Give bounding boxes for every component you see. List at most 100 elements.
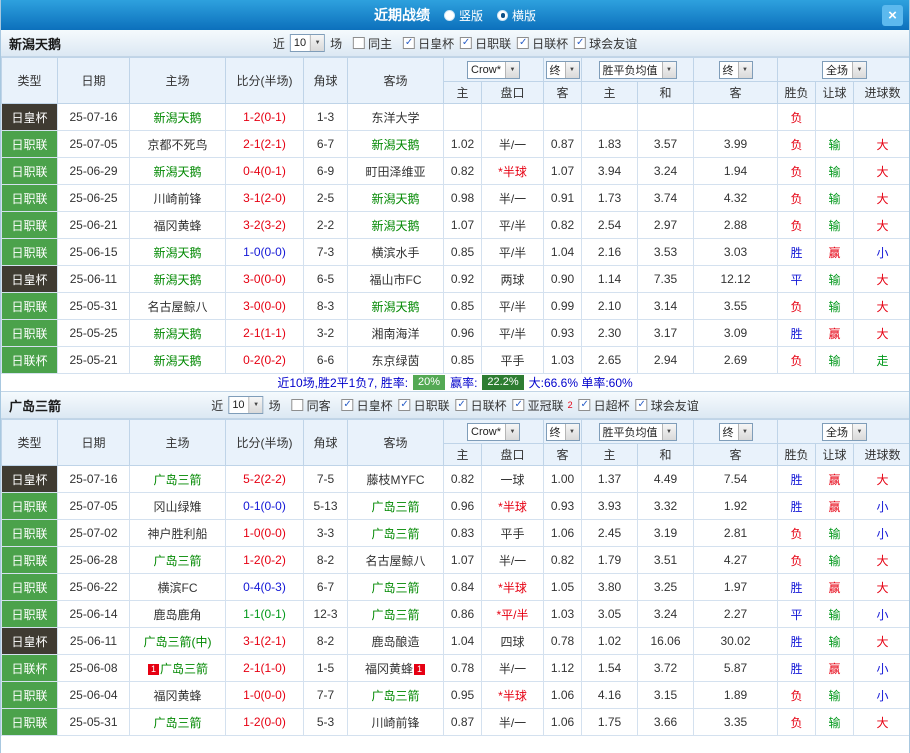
checkbox-icon[interactable]: ✓ <box>460 37 473 50</box>
away-team-name[interactable]: 新潟天鹅 <box>371 192 419 206</box>
final-odds-select-2[interactable]: 终 ▼ <box>718 422 753 441</box>
away-team-name[interactable]: 广岛三箭 <box>371 500 419 514</box>
result-cell: 负 <box>777 708 817 736</box>
scope-select[interactable]: 全场 ▼ <box>822 422 868 441</box>
home-team-name[interactable]: 广岛三箭 <box>153 554 201 568</box>
away-team-name[interactable]: 广岛三箭 <box>371 581 419 595</box>
home-team-name[interactable]: 广岛三箭 <box>160 662 208 676</box>
avg-odds-select[interactable]: 胜平负均值 ▼ <box>598 422 677 441</box>
away-team-name[interactable]: 湘南海洋 <box>371 327 419 341</box>
league-filter[interactable]: ✓ 日职联 <box>460 35 511 52</box>
home-team-name[interactable]: 名古屋鲸八 <box>147 300 207 314</box>
final-odds-select-1[interactable]: 终 ▼ <box>545 422 580 441</box>
away-team-name[interactable]: 广岛三箭 <box>371 527 419 541</box>
avg-odds-header: 胜平负均值 ▼ <box>581 419 695 444</box>
league-filter[interactable]: ✓ 日联杯 <box>455 397 507 414</box>
home-team-name[interactable]: 广岛三箭 <box>153 716 201 730</box>
avg-draw-cell: 3.25 <box>637 573 695 601</box>
away-team-name[interactable]: 广岛三箭 <box>371 689 419 703</box>
home-team-name[interactable]: 新潟天鹅 <box>153 246 201 260</box>
home-team-name[interactable]: 广岛三箭 <box>153 473 201 487</box>
away-team-name[interactable]: 横滨水手 <box>371 246 419 260</box>
away-team-name[interactable]: 福冈黄蜂 <box>365 662 413 676</box>
final-odds-select-1[interactable]: 终 ▼ <box>545 60 580 79</box>
home-team-name[interactable]: 新潟天鹅 <box>153 273 201 287</box>
match-date-cell: 25-06-29 <box>57 157 130 185</box>
recent-count-select[interactable]: 10 ▼ <box>289 34 326 52</box>
goals-result-cell: 大 <box>853 157 909 185</box>
away-team-name[interactable]: 新潟天鹅 <box>371 300 419 314</box>
home-team-name[interactable]: 福冈黄蜂 <box>153 219 201 233</box>
odds-handicap-cell: 半/一 <box>480 130 545 158</box>
away-team-name[interactable]: 名古屋鲸八 <box>365 554 425 568</box>
odds-away-cell: 1.03 <box>543 600 583 628</box>
col-handicap: 盘口 <box>480 81 545 104</box>
checkbox-icon[interactable]: ✓ <box>517 37 530 50</box>
checkbox-icon[interactable] <box>353 37 366 49</box>
match-date-cell: 25-06-11 <box>57 265 130 293</box>
home-team-name[interactable]: 冈山绿雉 <box>153 500 201 514</box>
radio-selected-icon[interactable] <box>497 9 508 21</box>
away-team-name[interactable]: 藤枝MYFC <box>367 473 425 487</box>
home-team-name[interactable]: 新潟天鹅 <box>153 327 201 341</box>
checkbox-icon[interactable]: ✓ <box>578 399 591 412</box>
recent-count-select[interactable]: 10 ▼ <box>228 396 264 414</box>
checkbox-icon[interactable] <box>291 399 304 411</box>
summary-bar: 近10场,胜2平1负7, 胜率: 20% 赢率: 22.2% 大:66.6% 单… <box>1 374 909 392</box>
checkbox-icon[interactable]: ✓ <box>341 399 354 412</box>
score-cell: 1-0(0-0) <box>225 519 304 547</box>
league-filter[interactable]: ✓ 日皇杯 <box>341 397 393 414</box>
odds-handicap-cell: *半球 <box>480 492 545 520</box>
league-filter[interactable]: ✓ 球会友谊 <box>635 397 699 414</box>
home-team-name[interactable]: 福冈黄蜂 <box>153 689 201 703</box>
league-filter[interactable]: ✓ 亚冠联 2 <box>512 397 573 414</box>
home-team-name[interactable]: 京都不死鸟 <box>147 138 207 152</box>
checkbox-icon[interactable]: ✓ <box>635 399 648 412</box>
home-team-name[interactable]: 广岛三箭(中) <box>144 635 212 649</box>
corners-cell: 7-3 <box>303 238 348 266</box>
close-button[interactable]: × <box>882 5 903 26</box>
odds-home-cell: 0.85 <box>443 292 482 320</box>
home-team-name[interactable]: 新潟天鹅 <box>153 111 201 125</box>
checkbox-icon[interactable]: ✓ <box>455 399 468 412</box>
away-team-name[interactable]: 町田泽维亚 <box>365 165 425 179</box>
away-team-name[interactable]: 鹿岛酿造 <box>371 635 419 649</box>
handicap-result-cell: 赢 <box>815 465 855 493</box>
window-title: 近期战绩 <box>373 7 430 23</box>
league-filter[interactable]: ✓ 日皇杯 <box>403 35 454 52</box>
same-venue-filter[interactable]: 同主 <box>353 35 392 52</box>
layout-option-horizontal[interactable]: 横版 <box>497 7 536 24</box>
layout-option-vertical[interactable]: 竖版 <box>443 7 483 24</box>
avg-home-cell: 1.54 <box>581 654 639 682</box>
away-team-name[interactable]: 广岛三箭 <box>371 608 419 622</box>
away-team-name[interactable]: 东京绿茵 <box>371 354 419 368</box>
home-team-name[interactable]: 神户胜利船 <box>147 527 207 541</box>
checkbox-icon[interactable]: ✓ <box>403 37 416 50</box>
league-filter[interactable]: ✓ 球会友谊 <box>574 35 637 52</box>
bookmaker-select[interactable]: Crow* ▼ <box>467 422 520 441</box>
home-team-name[interactable]: 川崎前锋 <box>153 192 201 206</box>
same-venue-filter[interactable]: 同客 <box>291 397 331 414</box>
league-filter[interactable]: ✓ 日联杯 <box>517 35 568 52</box>
checkbox-icon[interactable]: ✓ <box>398 399 411 412</box>
away-team-name[interactable]: 新潟天鹅 <box>371 138 419 152</box>
home-team-name[interactable]: 新潟天鹅 <box>153 354 201 368</box>
league-filter[interactable]: ✓ 日职联 <box>398 397 450 414</box>
result-cell: 平 <box>777 265 817 293</box>
home-team-name[interactable]: 新潟天鹅 <box>153 165 201 179</box>
avg-odds-select[interactable]: 胜平负均值 ▼ <box>598 60 677 79</box>
away-team-name[interactable]: 福山市FC <box>370 273 422 287</box>
checkbox-icon[interactable]: ✓ <box>574 37 587 50</box>
home-team-name[interactable]: 横滨FC <box>158 581 198 595</box>
away-team-name[interactable]: 东洋大学 <box>371 111 419 125</box>
away-team-name[interactable]: 川崎前锋 <box>371 716 419 730</box>
bookmaker-select[interactable]: Crow* ▼ <box>467 60 520 79</box>
final-odds-select-2[interactable]: 终 ▼ <box>718 60 753 79</box>
league-filter[interactable]: ✓ 日超杯 <box>578 397 630 414</box>
scope-select[interactable]: 全场 ▼ <box>822 60 868 79</box>
checkbox-icon[interactable]: ✓ <box>512 399 525 412</box>
home-team-name[interactable]: 鹿岛鹿角 <box>153 608 201 622</box>
away-team-name[interactable]: 新潟天鹅 <box>371 219 419 233</box>
radio-icon[interactable] <box>443 9 455 21</box>
odds-home-cell: 1.04 <box>443 627 482 655</box>
